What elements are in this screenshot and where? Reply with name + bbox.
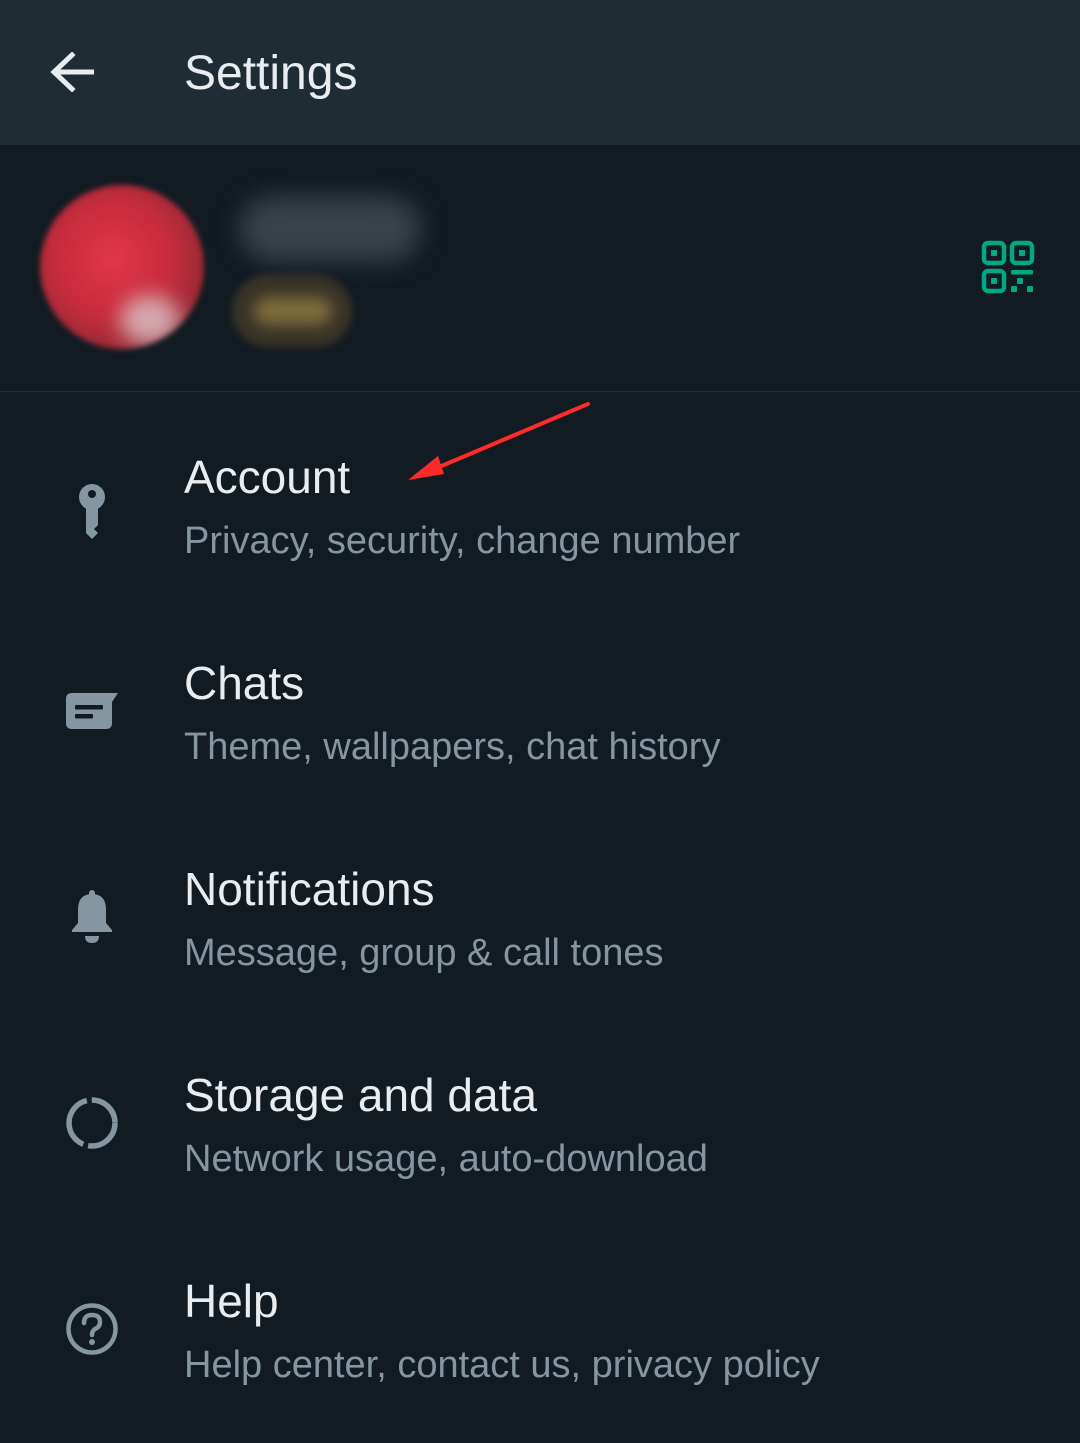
chat-icon (56, 675, 128, 747)
settings-item-notifications[interactable]: Notifications Message, group & call tone… (0, 824, 1080, 1030)
qr-code-button[interactable] (972, 233, 1044, 305)
settings-item-subtitle: Message, group & call tones (184, 932, 664, 974)
profile-status (232, 275, 352, 347)
key-icon (56, 475, 128, 547)
bell-icon (56, 881, 128, 953)
page-title: Settings (184, 47, 358, 100)
settings-item-title: Notifications (184, 863, 435, 915)
app-bar: Settings (0, 0, 1080, 145)
arrow-left-icon (50, 50, 95, 97)
settings-item-title: Storage and data (184, 1069, 537, 1121)
settings-item-help[interactable]: Help Help center, contact us, privacy po… (0, 1236, 1080, 1442)
qr-code-icon (981, 240, 1035, 299)
profile-name (240, 197, 420, 261)
storage-circle-icon (56, 1087, 128, 1159)
settings-item-subtitle: Network usage, auto-download (184, 1138, 708, 1180)
settings-item-title: Help (184, 1275, 279, 1327)
help-circle-icon (56, 1293, 128, 1365)
settings-item-subtitle: Privacy, security, change number (184, 520, 741, 562)
settings-item-title: Account (184, 451, 351, 503)
annotation-arrow (408, 402, 590, 480)
settings-item-subtitle: Help center, contact us, privacy policy (184, 1344, 820, 1386)
back-button[interactable] (28, 32, 116, 116)
profile-row[interactable] (0, 145, 1080, 392)
settings-item-title: Chats (184, 657, 305, 709)
settings-item-subtitle: Theme, wallpapers, chat history (184, 726, 721, 768)
settings-item-chats[interactable]: Chats Theme, wallpapers, chat history (0, 618, 1080, 824)
settings-item-storage[interactable]: Storage and data Network usage, auto-dow… (0, 1030, 1080, 1236)
avatar[interactable] (40, 185, 204, 349)
